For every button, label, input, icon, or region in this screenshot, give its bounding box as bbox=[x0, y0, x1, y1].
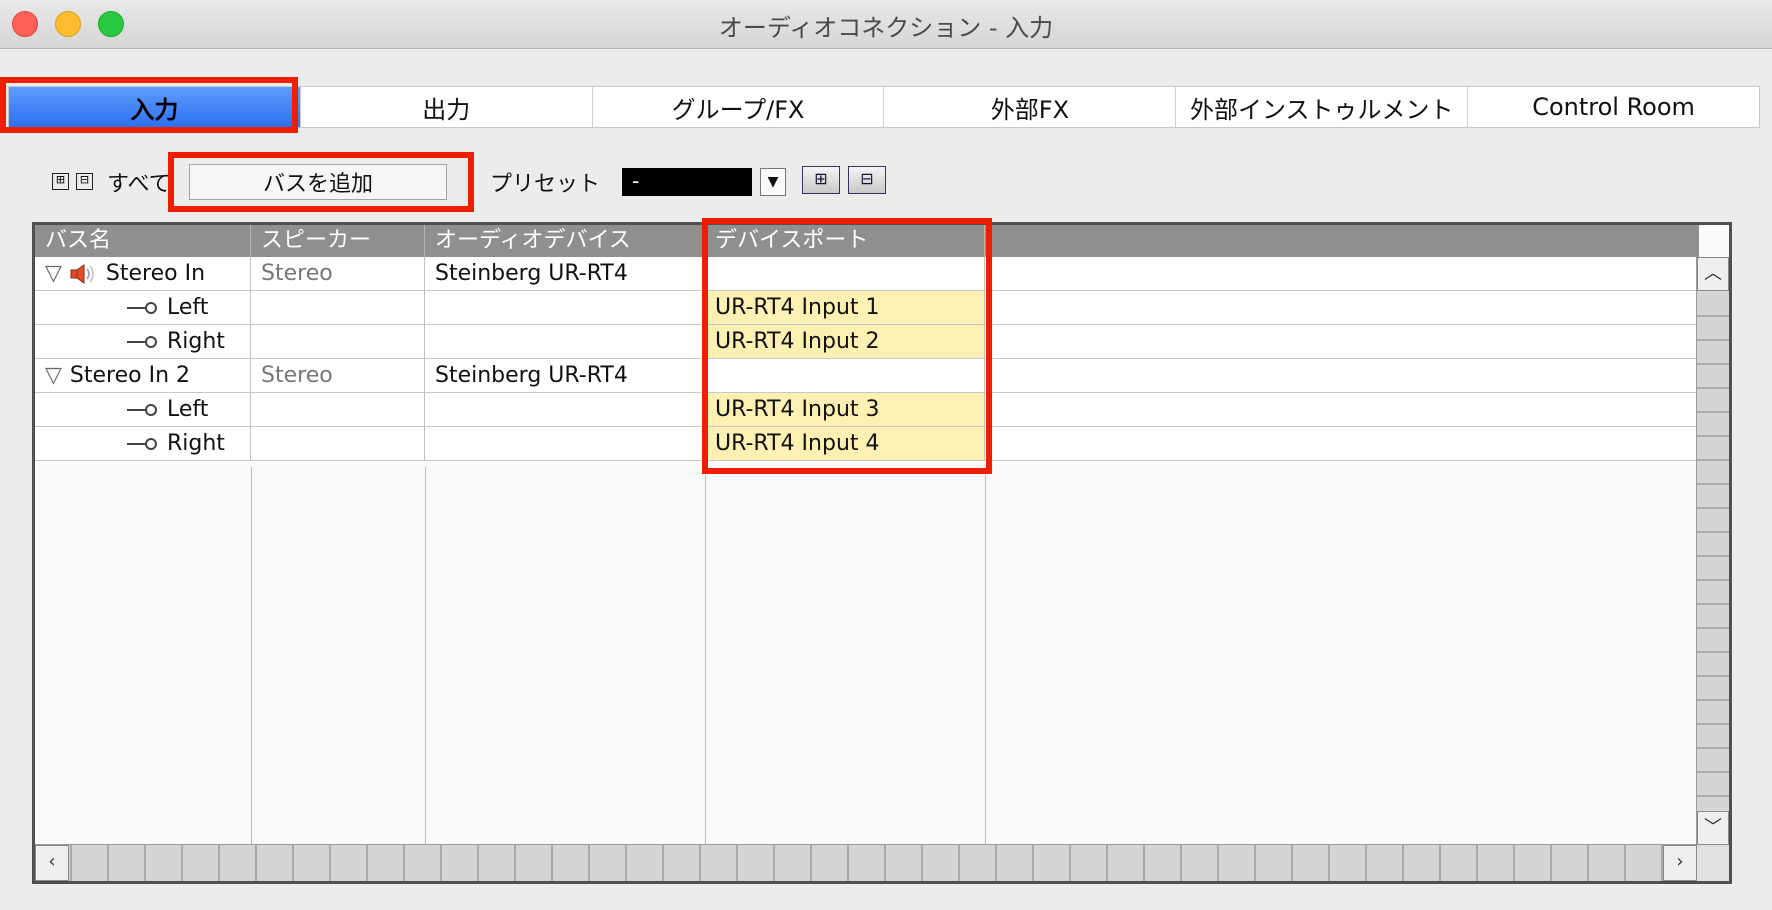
tab-output[interactable]: 出力 bbox=[300, 87, 593, 127]
all-label: すべて bbox=[107, 172, 171, 197]
column-header-speaker[interactable]: スピーカー bbox=[251, 225, 425, 257]
empty-cell bbox=[985, 359, 1699, 392]
tab-external-instruments[interactable]: 外部インストゥルメント bbox=[1176, 87, 1469, 127]
column-divider bbox=[985, 467, 986, 881]
empty-cell bbox=[985, 427, 1699, 460]
store-preset-icon[interactable]: ⊞ bbox=[802, 166, 840, 194]
audio-device-cell[interactable] bbox=[425, 393, 705, 426]
device-port-cell[interactable]: UR-RT4 Input 3 bbox=[705, 393, 985, 426]
device-port-cell[interactable] bbox=[705, 257, 985, 290]
channel-connector-icon bbox=[127, 302, 157, 314]
expand-all-icon[interactable]: ⊞ bbox=[52, 173, 69, 190]
title-bar: オーディオコネクション - 入力 bbox=[0, 0, 1772, 49]
tab-external-fx[interactable]: 外部FX bbox=[884, 87, 1177, 127]
bus-table: バス名 スピーカー オーディオデバイス デバイスポート ▽ Stereo In S… bbox=[32, 222, 1732, 884]
table-header: バス名 スピーカー オーディオデバイス デバイスポート bbox=[35, 225, 1699, 257]
table-row[interactable]: Left UR-RT4 Input 1 bbox=[35, 291, 1699, 325]
channel-connector-icon bbox=[127, 336, 157, 348]
vertical-scrollbar[interactable]: ︿ ﹀ bbox=[1696, 257, 1729, 845]
speaker-cell[interactable] bbox=[251, 325, 425, 358]
empty-cell bbox=[985, 393, 1699, 426]
speaker-cell[interactable]: Stereo bbox=[251, 257, 425, 290]
remove-preset-icon[interactable]: ⊟ bbox=[848, 166, 886, 194]
column-dividers bbox=[35, 467, 1699, 881]
table-row[interactable]: Right UR-RT4 Input 4 bbox=[35, 427, 1699, 461]
column-header-empty bbox=[985, 225, 1699, 257]
audio-device-cell[interactable] bbox=[425, 427, 705, 460]
column-divider bbox=[705, 467, 706, 881]
table-row[interactable]: ▽ Stereo In Stereo Steinberg UR-RT4 bbox=[35, 257, 1699, 291]
column-header-device-port[interactable]: デバイスポート bbox=[705, 225, 985, 257]
bus-name-cell[interactable]: ▽ Stereo In bbox=[35, 257, 251, 290]
audio-device-cell[interactable]: Steinberg UR-RT4 bbox=[425, 359, 705, 392]
tab-control-room[interactable]: Control Room bbox=[1468, 87, 1759, 127]
vertical-scroll-track[interactable] bbox=[1697, 293, 1729, 809]
audio-device-cell[interactable]: Steinberg UR-RT4 bbox=[425, 257, 705, 290]
bus-name-cell[interactable]: ▽ Stereo In 2 bbox=[35, 359, 251, 392]
speaker-cell[interactable] bbox=[251, 291, 425, 324]
scroll-corner bbox=[1697, 845, 1729, 881]
device-port-cell[interactable]: UR-RT4 Input 2 bbox=[705, 325, 985, 358]
channel-name-text: Left bbox=[167, 397, 209, 422]
channel-connector-icon bbox=[127, 438, 157, 450]
channel-name-cell[interactable]: Right bbox=[35, 325, 251, 358]
scroll-right-icon[interactable]: › bbox=[1663, 845, 1697, 881]
device-port-cell[interactable]: UR-RT4 Input 1 bbox=[705, 291, 985, 324]
channel-name-cell[interactable]: Left bbox=[35, 393, 251, 426]
channel-name-text: Right bbox=[167, 431, 225, 456]
table-row[interactable]: ▽ Stereo In 2 Stereo Steinberg UR-RT4 bbox=[35, 359, 1699, 393]
column-header-bus-name[interactable]: バス名 bbox=[35, 225, 251, 257]
preset-label: プリセット bbox=[490, 172, 601, 197]
scroll-left-icon[interactable]: ‹ bbox=[35, 845, 69, 881]
speaker-icon bbox=[70, 264, 94, 284]
horizontal-scrollbar[interactable]: ‹ › bbox=[35, 844, 1697, 881]
bus-name-text: Stereo In bbox=[105, 261, 206, 286]
tab-bar: 入力 出力 グループ/FX 外部FX 外部インストゥルメント Control R… bbox=[8, 86, 1760, 128]
preset-select[interactable]: - bbox=[622, 168, 752, 196]
empty-cell bbox=[985, 325, 1699, 358]
speaker-cell[interactable] bbox=[251, 393, 425, 426]
empty-cell bbox=[985, 257, 1699, 290]
device-port-cell[interactable] bbox=[705, 359, 985, 392]
column-divider bbox=[251, 467, 252, 881]
channel-name-text: Right bbox=[167, 329, 225, 354]
scroll-up-icon[interactable]: ︿ bbox=[1697, 257, 1729, 291]
channel-connector-icon bbox=[127, 404, 157, 416]
channel-name-cell[interactable]: Right bbox=[35, 427, 251, 460]
audio-device-cell[interactable] bbox=[425, 325, 705, 358]
audio-connections-window: オーディオコネクション - 入力 入力 出力 グループ/FX 外部FX 外部イン… bbox=[0, 0, 1772, 910]
table-row[interactable]: Right UR-RT4 Input 2 bbox=[35, 325, 1699, 359]
empty-cell bbox=[985, 291, 1699, 324]
table-body: ▽ Stereo In Stereo Steinberg UR-RT4 Left … bbox=[35, 257, 1699, 461]
column-divider bbox=[425, 467, 426, 881]
scroll-down-icon[interactable]: ﹀ bbox=[1697, 811, 1729, 845]
collapse-triangle-icon[interactable]: ▽ bbox=[45, 257, 62, 290]
channel-name-cell[interactable]: Left bbox=[35, 291, 251, 324]
table-row[interactable]: Left UR-RT4 Input 3 bbox=[35, 393, 1699, 427]
collapse-all-icon[interactable]: ⊟ bbox=[76, 173, 93, 190]
column-header-audio-device[interactable]: オーディオデバイス bbox=[425, 225, 705, 257]
add-bus-button[interactable]: バスを追加 bbox=[189, 164, 447, 200]
preset-dropdown-arrow-icon[interactable]: ▼ bbox=[760, 168, 786, 196]
bus-name-text: Stereo In 2 bbox=[69, 363, 191, 388]
speaker-cell[interactable] bbox=[251, 427, 425, 460]
window-title: オーディオコネクション - 入力 bbox=[718, 14, 1054, 42]
speaker-cell[interactable]: Stereo bbox=[251, 359, 425, 392]
channel-name-text: Left bbox=[167, 295, 209, 320]
tab-input[interactable]: 入力 bbox=[9, 87, 301, 127]
tab-group-fx[interactable]: グループ/FX bbox=[592, 87, 885, 127]
collapse-triangle-icon[interactable]: ▽ bbox=[45, 359, 62, 392]
audio-device-cell[interactable] bbox=[425, 291, 705, 324]
device-port-cell[interactable]: UR-RT4 Input 4 bbox=[705, 427, 985, 460]
